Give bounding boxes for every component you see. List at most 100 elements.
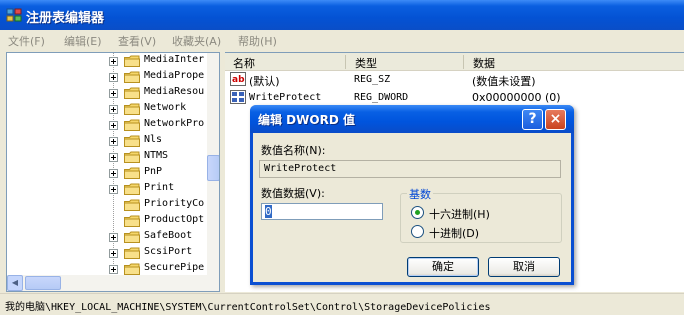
value-name-label: 数值名称(N): [261,144,326,157]
hex-radio[interactable] [411,206,424,219]
tree-item[interactable]: Nls [7,133,207,149]
base-group-label: 基数 [407,186,433,202]
scroll-left-button[interactable]: ◀ [7,275,23,291]
column-name-header[interactable]: 名称 [233,55,255,71]
svg-text:ab: ab [232,75,245,85]
tree-item-label: MediaInter [144,54,205,65]
tree-item-label: PnP [144,166,163,177]
expand-icon[interactable] [109,265,118,274]
expand-icon[interactable] [109,105,118,114]
menu-favorites[interactable]: 收藏夹(A) [172,33,221,49]
folder-icon [124,151,140,163]
close-button[interactable]: × [545,109,566,130]
tree-item[interactable]: Network [7,101,207,117]
decimal-radio-label[interactable]: 十进制(D) [429,225,479,241]
registry-tree[interactable]: MediaInter MediaPrope MediaResou Network Net… [6,52,220,292]
expand-icon[interactable] [109,121,118,130]
expand-icon[interactable] [109,249,118,258]
title-bar[interactable]: 注册表编辑器 [0,0,684,30]
dialog-title: 编辑 DWORD 值 [258,113,355,127]
expand-icon[interactable] [109,57,118,66]
value-data-input[interactable]: 0 [261,203,383,220]
cancel-button[interactable]: 取消 [488,257,560,277]
help-button[interactable]: ? [522,109,543,130]
column-data-header[interactable]: 数据 [473,55,495,71]
menu-file[interactable]: 文件(F) [8,33,45,49]
tree-item[interactable]: NTMS [7,149,207,165]
status-path: 我的电脑\HKEY_LOCAL_MACHINE\SYSTEM\CurrentCo… [5,302,491,313]
tree-item-label: NetworkPro [144,118,205,129]
folder-icon [124,215,140,227]
expand-icon[interactable] [109,73,118,82]
tree-item-label: ProductOpt [144,214,205,225]
folder-icon [124,167,140,179]
value-name: WriteProtect [249,92,322,103]
tree-item-label: ScsiPort [144,246,193,257]
tree-item-label: Network [144,102,187,113]
status-bar: 我的电脑\HKEY_LOCAL_MACHINE\SYSTEM\CurrentCo… [0,293,684,315]
list-header: 名称 类型 数据 [225,53,684,71]
tree-item[interactable]: MediaResou [7,85,207,101]
tree-item[interactable]: NetworkPro [7,117,207,133]
tree-vertical-scrollbar[interactable] [207,53,219,275]
folder-icon [124,247,140,259]
list-row[interactable]: ab (默认) REG_SZ (数值未设置) [225,71,684,89]
menu-view[interactable]: 查看(V) [118,33,156,49]
tree-item-label: Print [144,182,175,193]
tree-item[interactable]: ProductOpt [7,213,207,229]
tree-item[interactable]: ScsiPort [7,245,207,261]
tree-item[interactable]: MediaPrope [7,69,207,85]
tree-item-label: MediaResou [144,86,205,97]
value-name: (默认) [249,75,280,88]
tree-item[interactable]: MediaInter [7,53,207,69]
menu-edit[interactable]: 编辑(E) [64,33,102,49]
value-data-label: 数值数据(V): [261,187,325,200]
column-divider[interactable] [463,55,464,69]
folder-icon [124,263,140,275]
string-value-icon: ab [230,72,246,86]
folder-icon [124,183,140,195]
expand-icon[interactable] [109,233,118,242]
folder-icon [124,135,140,147]
folder-icon [124,199,140,211]
value-type: REG_DWORD [354,92,409,103]
folder-icon [124,103,140,115]
value-data: 0x00000000 (0) [472,91,561,104]
edit-dword-dialog: 编辑 DWORD 值 ? × 数值名称(N): WriteProtect 数值数… [250,105,574,285]
value-data: (数值未设置) [472,75,536,88]
tree-item[interactable]: Print [7,181,207,197]
value-type: REG_SZ [354,74,391,85]
tree-item[interactable]: PnP [7,165,207,181]
tree-item[interactable]: SafeBoot [7,229,207,245]
base-group: 基数 十六进制(H) 十进制(D) [400,186,562,243]
folder-icon [124,231,140,243]
registry-editor-window: 注册表编辑器 文件(F) 编辑(E) 查看(V) 收藏夹(A) 帮助(H) Me… [0,0,684,315]
expand-icon[interactable] [109,137,118,146]
menu-help[interactable]: 帮助(H) [238,33,277,49]
expand-icon[interactable] [109,169,118,178]
tree-item-label: MediaPrope [144,70,205,81]
folder-icon [124,71,140,83]
value-data-text: 0 [265,205,272,218]
folder-icon [124,55,140,67]
dialog-title-bar[interactable]: 编辑 DWORD 值 ? × [250,105,574,133]
value-name-field: WriteProtect [259,160,561,178]
tree-item-label: Nls [144,134,163,145]
ok-button[interactable]: 确定 [407,257,479,277]
hex-radio-label[interactable]: 十六进制(H) [429,206,490,222]
column-type-header[interactable]: 类型 [355,55,377,71]
folder-icon [124,87,140,99]
tree-item[interactable]: PriorityCo [7,197,207,213]
expand-icon[interactable] [109,89,118,98]
tree-horizontal-scrollbar[interactable]: ◀ [7,275,219,291]
expand-icon[interactable] [109,185,118,194]
column-divider[interactable] [345,55,346,69]
tree-vertical-scroll-thumb[interactable] [207,155,219,181]
tree-item-label: SecurePipe [144,262,205,273]
decimal-radio[interactable] [411,225,424,238]
expand-icon[interactable] [109,153,118,162]
tree-horizontal-scroll-thumb[interactable] [25,276,61,290]
tree-item-label: SafeBoot [144,230,193,241]
menu-bar: 文件(F) 编辑(E) 查看(V) 收藏夹(A) 帮助(H) [0,30,684,50]
tree-item-label: PriorityCo [144,198,205,209]
